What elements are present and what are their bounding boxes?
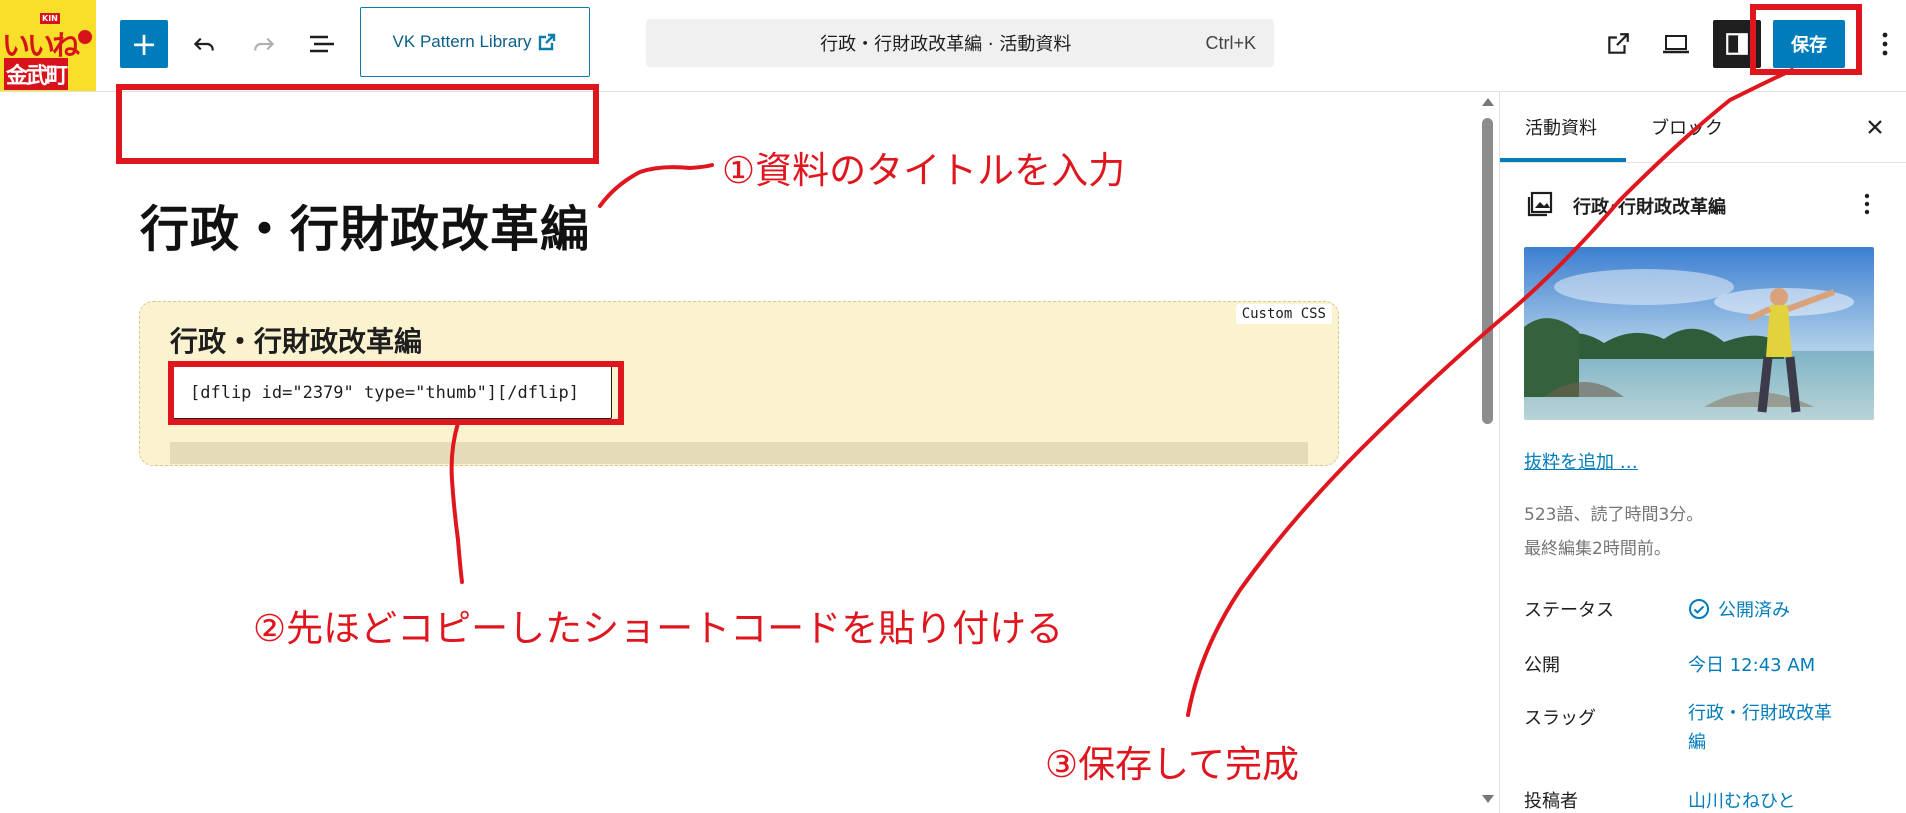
pointer-line-3: [1186, 68, 1794, 717]
pointer-line-2: [449, 421, 464, 584]
pointer-line-1: [598, 163, 714, 208]
annotation-pointer-lines: [449, 68, 1794, 717]
